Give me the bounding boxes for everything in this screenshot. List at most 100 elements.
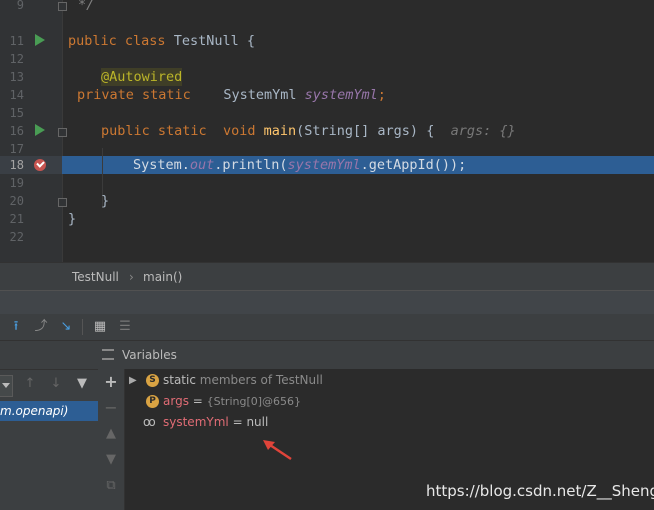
- class-name: TestNull: [173, 33, 239, 49]
- code-line-22[interactable]: 22: [0, 228, 654, 246]
- breadcrumb-method[interactable]: main(): [143, 263, 182, 291]
- watermark: https://blog.csdn.net/Z__Sheng: [426, 482, 654, 500]
- evaluate-expression-icon[interactable]: ▦: [92, 319, 108, 335]
- variable-name: systemYml: [163, 415, 229, 429]
- equals: =: [228, 415, 247, 429]
- code-line-20[interactable]: 20 }: [0, 192, 654, 210]
- line-number: 19: [9, 176, 24, 190]
- brace: }: [68, 211, 77, 227]
- filter-icon[interactable]: ▼: [74, 376, 90, 392]
- drop-frame-icon[interactable]: ⤴: [33, 319, 49, 335]
- code-line-13[interactable]: 13 @Autowired: [0, 68, 654, 86]
- fold-marker[interactable]: [58, 2, 67, 11]
- line-number: 22: [9, 230, 24, 244]
- method-params: (String[] args): [296, 123, 419, 139]
- variable-row-systemyml[interactable]: oo systemYml = null: [125, 412, 654, 433]
- keyword-static: static: [157, 123, 207, 139]
- code-line-19[interactable]: 19: [0, 174, 654, 192]
- field-name: systemYml: [304, 87, 378, 103]
- watch-glasses-icon: oo: [143, 415, 156, 429]
- line-number: 20: [9, 194, 24, 208]
- remove-watch-icon[interactable]: −: [103, 400, 119, 416]
- variables-header: Variables: [98, 341, 654, 370]
- frames-panel: ↑ ↓ ▼ m.openapi): [0, 341, 99, 510]
- debug-inline-hint: args: {}: [450, 123, 516, 139]
- field-declaration: private static SystemYml systemYml;: [77, 86, 386, 104]
- keyword-void: void: [222, 123, 256, 139]
- field-ref: systemYml: [287, 157, 361, 173]
- variable-row-static[interactable]: ▶ S static members of TestNull: [125, 370, 654, 391]
- brace: {: [246, 33, 256, 49]
- move-up-icon[interactable]: ▲: [103, 426, 119, 442]
- line-number: 9: [16, 0, 24, 12]
- code-line-12[interactable]: 12: [0, 50, 654, 68]
- tool-window-header[interactable]: [0, 290, 654, 315]
- move-down-icon[interactable]: ▼: [103, 452, 119, 468]
- arrow-up-icon[interactable]: ↑: [22, 376, 38, 392]
- arrow-down-icon[interactable]: ↓: [48, 376, 64, 392]
- frames-header: [0, 341, 98, 370]
- code-line-18[interactable]: 18 System.out.println(systemYml.getAppId…: [0, 156, 654, 174]
- keyword-public: public: [101, 123, 150, 139]
- fold-marker[interactable]: [58, 198, 67, 207]
- code-line-16[interactable]: 16 public static void main(String[] args…: [0, 122, 654, 140]
- line-number: 21: [9, 212, 24, 226]
- static-badge-icon: S: [146, 374, 159, 387]
- variable-detail: members of TestNull: [199, 373, 323, 387]
- code-editor[interactable]: 9 */ 11 public class TestNull { 12 13 @A…: [0, 0, 654, 262]
- copy-icon[interactable]: ⧉: [103, 478, 119, 494]
- variable-value: null: [246, 415, 269, 429]
- parameter-badge-icon: P: [146, 395, 159, 408]
- type-name: SystemYml: [223, 87, 297, 103]
- breadcrumb: TestNull › main(): [0, 262, 654, 291]
- variables-side-toolbar: + − ▲ ▼ ⧉: [98, 369, 125, 510]
- code-line-21[interactable]: 21 }: [0, 210, 654, 228]
- expand-arrow-icon[interactable]: ▶: [129, 370, 137, 391]
- stack-frame-selected[interactable]: m.openapi): [0, 401, 98, 421]
- variable-row-text: args = {String[0]@656}: [163, 391, 301, 412]
- annotation-autowired: @Autowired: [101, 68, 183, 86]
- keyword-public: public: [68, 33, 117, 49]
- variable-name: args: [163, 394, 189, 408]
- system-ref: System.: [133, 157, 190, 173]
- println-call: .println(: [214, 157, 288, 173]
- getappid-call: .getAppId());: [360, 157, 467, 173]
- line-number: 15: [9, 106, 24, 120]
- code-line-9[interactable]: 9 */: [0, 0, 654, 14]
- line-number: 18: [9, 158, 24, 172]
- code-line-11[interactable]: 11 public class TestNull {: [0, 32, 654, 50]
- brace: {: [426, 123, 435, 139]
- breakpoint-icon[interactable]: [34, 159, 46, 171]
- step-out-icon[interactable]: ⭱: [8, 319, 24, 335]
- keyword-static: static: [142, 87, 191, 103]
- frames-toolbar: ↑ ↓ ▼: [0, 371, 98, 397]
- line-number: 16: [9, 124, 24, 138]
- run-method-icon[interactable]: [35, 124, 45, 136]
- fold-marker[interactable]: [58, 128, 67, 137]
- breadcrumb-class[interactable]: TestNull: [72, 263, 119, 291]
- method-declaration: public static void main(String[] args) {…: [101, 122, 516, 140]
- method-name: main: [263, 123, 297, 139]
- run-class-icon[interactable]: [35, 34, 45, 46]
- class-declaration: public class TestNull {: [68, 32, 255, 50]
- line-number: 11: [9, 34, 24, 48]
- frame-label: m.openapi): [0, 404, 69, 418]
- line-number: 14: [9, 88, 24, 102]
- thread-dropdown[interactable]: [0, 375, 13, 397]
- code-line-15[interactable]: 15: [0, 104, 654, 122]
- breadcrumb-separator: ›: [129, 270, 134, 284]
- brace: }: [101, 193, 110, 209]
- line-number: 12: [9, 52, 24, 66]
- code-line-14[interactable]: 14 private static SystemYml systemYml;: [0, 86, 654, 104]
- statement-println: System.out.println(systemYml.getAppId())…: [133, 156, 466, 174]
- keyword-private: private: [77, 87, 134, 103]
- add-watch-icon[interactable]: +: [103, 374, 119, 390]
- line-number: 13: [9, 70, 24, 84]
- trace-icon[interactable]: ☰: [117, 319, 133, 335]
- comment-end: */: [78, 0, 95, 13]
- variable-row-text: systemYml = null: [163, 412, 268, 433]
- debug-toolbar: ⭱ ⤴ ↘ ▦ ☰: [0, 314, 654, 341]
- variable-row-args[interactable]: P args = {String[0]@656}: [125, 391, 654, 412]
- run-to-cursor-icon[interactable]: ↘: [58, 319, 74, 335]
- variable-row-text: static members of TestNull: [163, 370, 323, 391]
